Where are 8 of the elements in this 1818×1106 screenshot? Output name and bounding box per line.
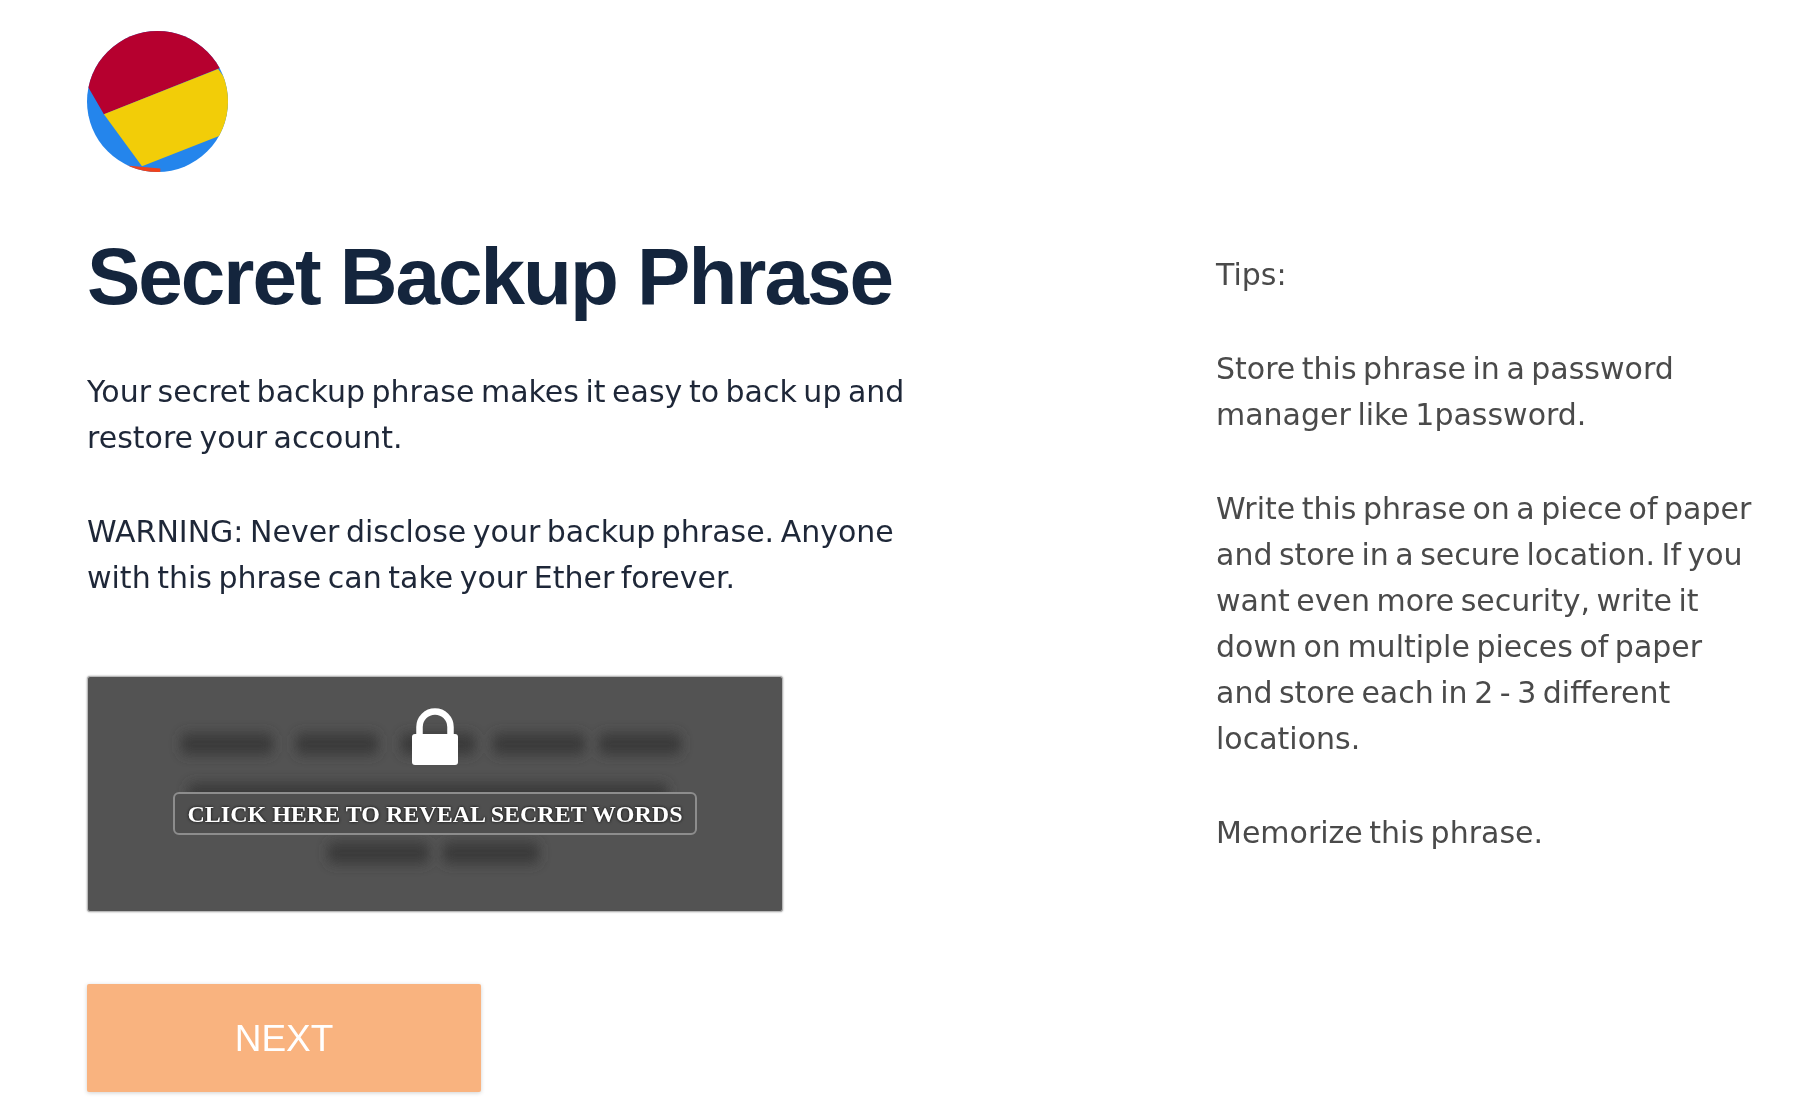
tip-text: Write this phrase on a piece of paper and store in a secure location. If you want even more security, write it down on multiple pieces of paper and store each in 2 - 3 different locations. — [1216, 490, 1753, 758]
tip-text: Memorize this phrase. — [1216, 814, 1544, 852]
description-text: Your secret backup phrase makes it easy to back up and restore your account. — [87, 373, 906, 457]
lock-icon — [412, 708, 458, 765]
tips-heading: Tips: — [1216, 256, 1288, 294]
description-text: WARNING: Never disclose your backup phrase. Anyone with this phrase can take your Ether forever. — [87, 513, 895, 597]
tip-text: Store this phrase in a password manager like 1password. — [1216, 350, 1675, 434]
reveal-button[interactable]: CLICK HERE TO REVEAL SECRET WORDS — [173, 792, 697, 835]
